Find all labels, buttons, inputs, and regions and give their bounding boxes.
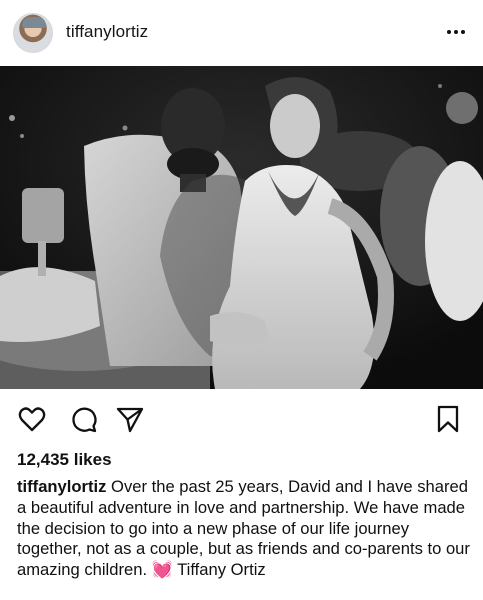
bookmark-icon <box>437 405 459 433</box>
comment-button[interactable] <box>69 404 99 434</box>
comment-bubble-icon <box>72 407 97 433</box>
post-photo-image <box>0 66 483 389</box>
caption-emoji: 💓 <box>151 560 173 580</box>
username-link[interactable]: tiffanylortiz <box>66 22 148 42</box>
post-photo[interactable] <box>0 66 483 389</box>
more-horizontal-icon[interactable] <box>447 30 465 36</box>
dot <box>447 30 451 34</box>
save-button[interactable] <box>433 404 463 434</box>
post-header: tiffanylortiz <box>0 0 483 66</box>
likes-count[interactable]: 12,435 likes <box>17 450 112 470</box>
avatar[interactable] <box>13 13 53 53</box>
dot <box>454 30 458 34</box>
caption-username[interactable]: tiffanylortiz <box>17 477 106 496</box>
share-button[interactable] <box>115 404 145 434</box>
like-button[interactable] <box>17 404 47 434</box>
caption-signature: Tiffany Ortiz <box>172 560 266 580</box>
action-bar <box>0 400 483 440</box>
heart-outline-icon <box>18 407 46 432</box>
dot <box>461 30 465 34</box>
caption: tiffanylortiz Over the past 25 years, Da… <box>17 477 477 581</box>
paper-plane-icon <box>116 407 144 433</box>
